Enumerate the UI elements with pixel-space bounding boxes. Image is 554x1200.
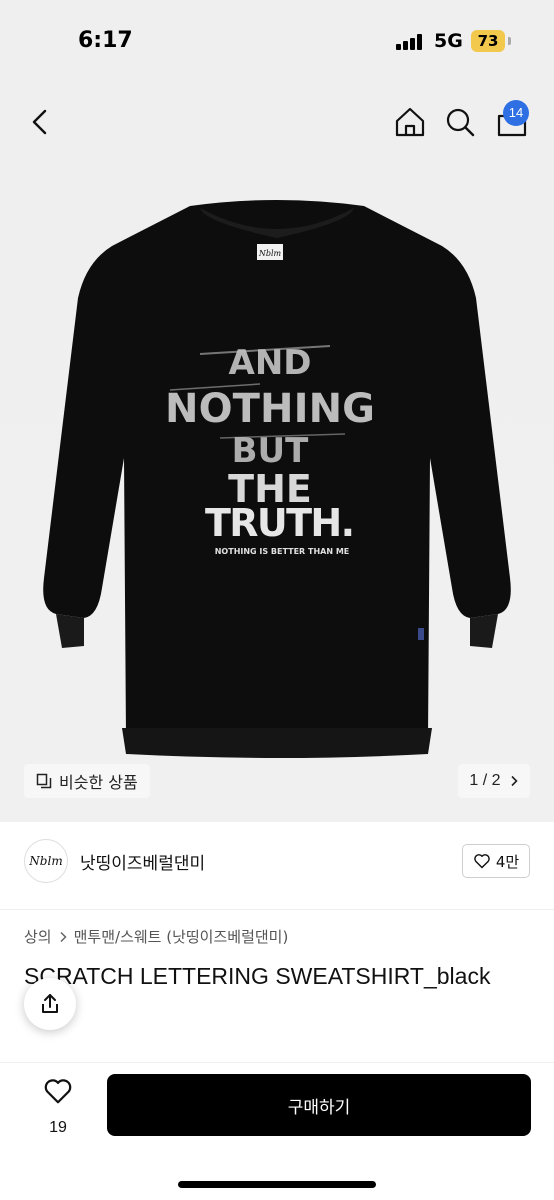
home-indicator — [178, 1181, 376, 1188]
breadcrumb: 상의 맨투맨/스웨트 (낫띵이즈베럴댄미) — [24, 926, 288, 947]
top-nav-bar — [0, 88, 554, 158]
sweatshirt-illustration: Nblm AND NOTHING BUT THE TRUTH. NOTHING … — [43, 200, 511, 758]
image-counter-text: 1 / 2 — [469, 772, 501, 789]
buy-button[interactable]: 구매하기 — [107, 1074, 531, 1136]
print-line-2: NOTHING — [165, 386, 375, 432]
product-image[interactable]: Nblm AND NOTHING BUT THE TRUTH. NOTHING … — [0, 158, 554, 822]
print-line-5: TRUTH. — [205, 501, 355, 545]
brand-like-count: 4만 — [495, 852, 520, 871]
cart-count-badge: 14 — [503, 100, 529, 126]
battery-indicator: 73 — [471, 30, 505, 52]
signal-icon — [396, 34, 428, 50]
similar-products-button[interactable]: 비슷한 상품 — [24, 764, 150, 798]
search-icon — [446, 108, 475, 137]
brand-like-button[interactable]: 4만 — [462, 844, 530, 878]
back-button[interactable] — [20, 102, 60, 142]
image-counter[interactable]: 1 / 2 — [458, 764, 530, 798]
home-button[interactable] — [390, 102, 430, 142]
chevron-right-icon — [60, 931, 67, 942]
neck-tag-text: Nblm — [258, 249, 282, 258]
breadcrumb-subcategory[interactable]: 맨투맨/스웨트 (낫띵이즈베럴댄미) — [74, 926, 289, 947]
chevron-right-icon — [510, 775, 518, 787]
similar-items-icon — [36, 773, 52, 789]
status-bar: 6:17 5G 73 — [0, 0, 554, 88]
search-button[interactable] — [440, 102, 480, 142]
network-type: 5G — [434, 30, 463, 52]
share-button[interactable] — [24, 978, 76, 1030]
product-title: SCRATCH LETTERING SWEATSHIRT_black — [24, 963, 491, 989]
brand-logo[interactable]: Nblm — [24, 839, 68, 883]
wish-button[interactable]: 19 — [36, 1073, 80, 1137]
print-tagline: NOTHING IS BETTER THAN ME — [215, 547, 350, 556]
bottom-action-bar: 19 구매하기 — [0, 1062, 554, 1200]
share-icon — [42, 994, 58, 1013]
breadcrumb-category[interactable]: 상의 — [24, 926, 52, 947]
brand-name[interactable]: 낫띵이즈베럴댄미 — [80, 849, 205, 874]
chevron-left-icon — [32, 109, 47, 135]
wish-count: 19 — [49, 1119, 67, 1136]
brand-row: Nblm 낫띵이즈베럴댄미 4만 — [0, 822, 554, 910]
heart-icon — [474, 854, 490, 869]
home-icon — [395, 107, 425, 137]
status-time: 6:17 — [78, 28, 133, 53]
heart-icon — [44, 1079, 72, 1104]
similar-products-label: 비슷한 상품 — [59, 773, 138, 792]
battery-tip — [508, 37, 511, 45]
